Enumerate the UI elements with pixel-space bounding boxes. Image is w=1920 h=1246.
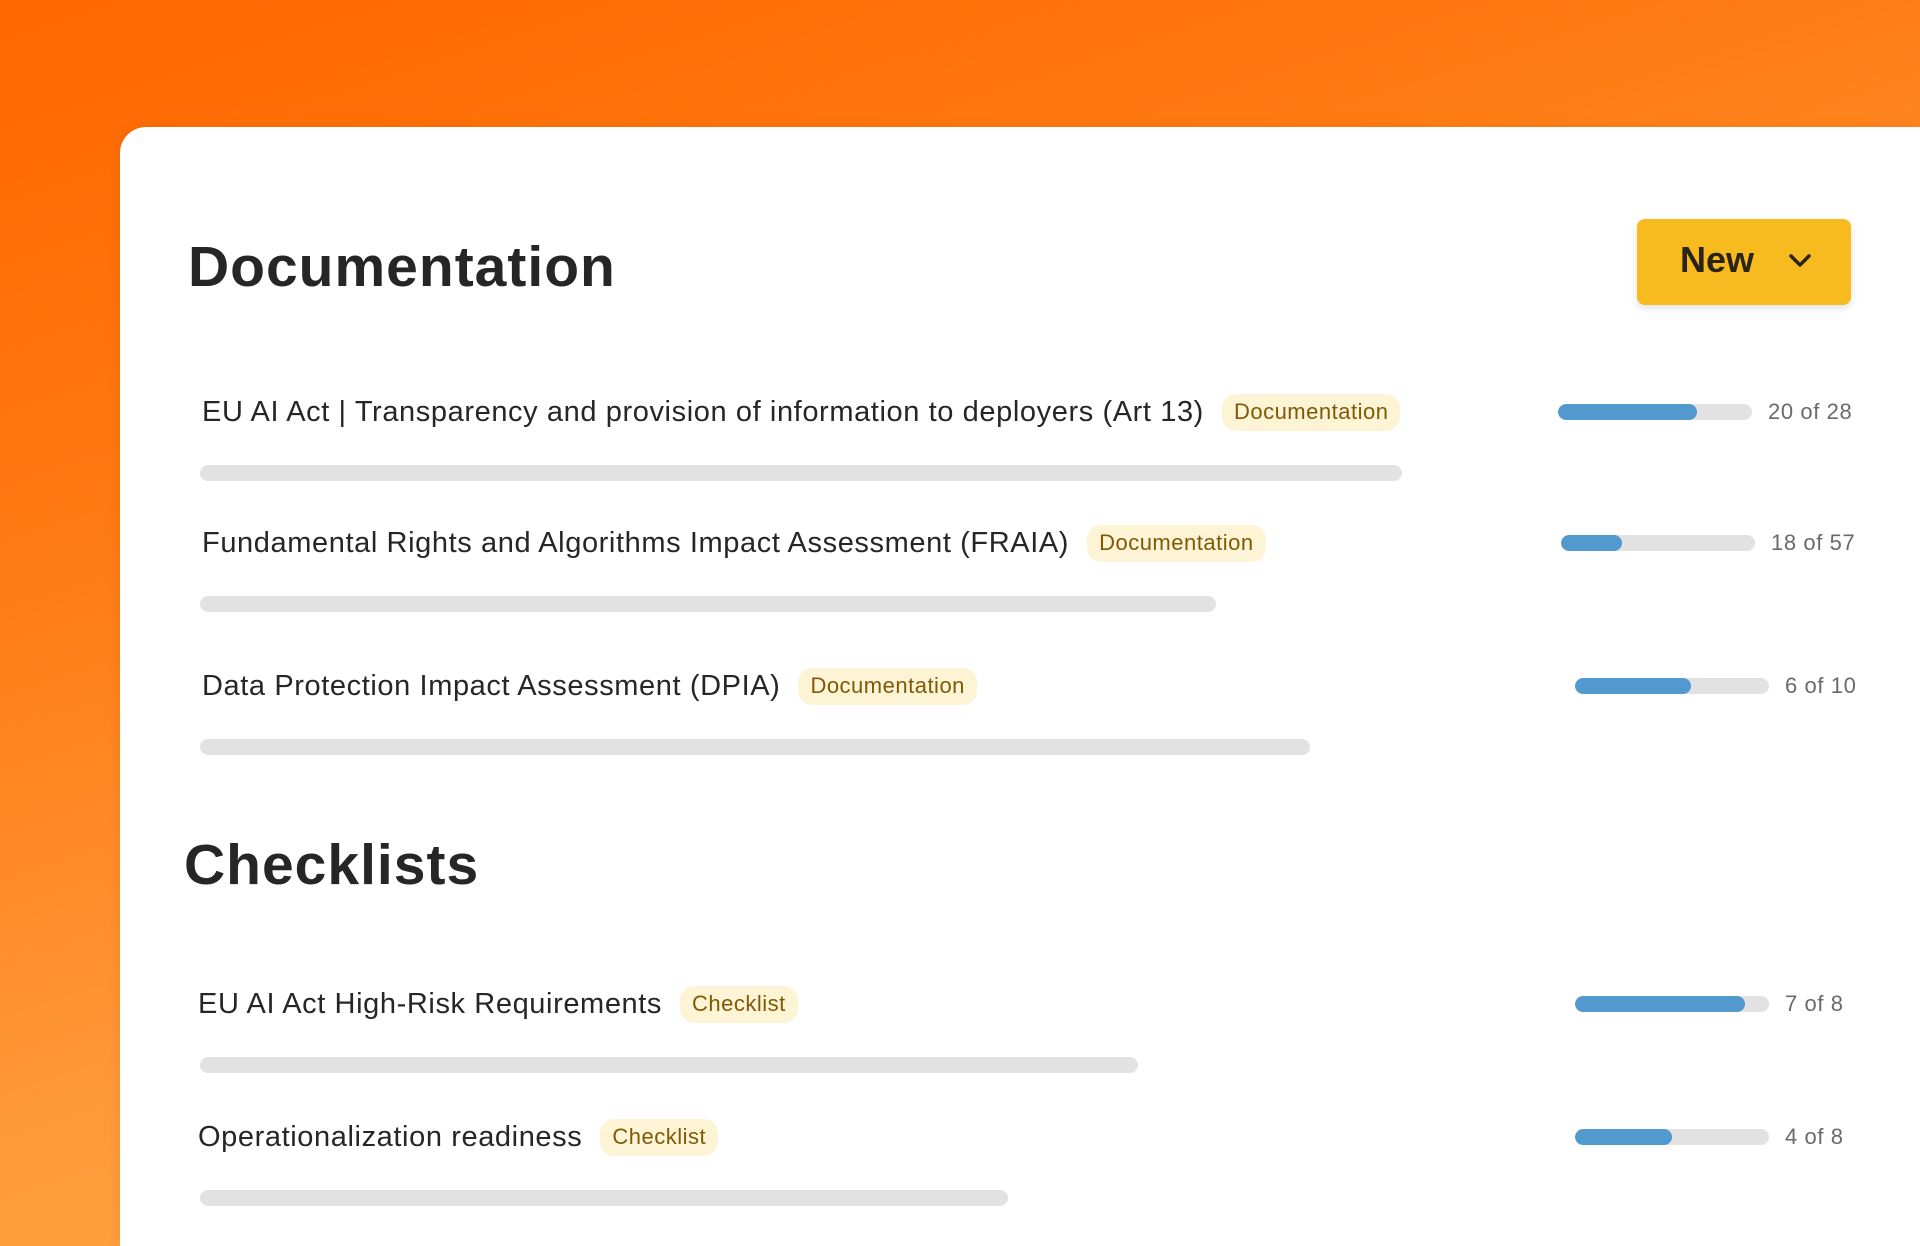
type-badge: Checklist xyxy=(680,985,798,1023)
list-item-header: Operationalization readiness Checklist xyxy=(198,1117,719,1157)
loading-placeholder-bar xyxy=(200,1190,1008,1206)
progress-count: 18 of 57 xyxy=(1771,530,1856,555)
type-badge: Documentation xyxy=(1221,393,1401,431)
list-item-title[interactable]: Data Protection Impact Assessment (DPIA) xyxy=(202,670,780,703)
progress: 20 of 28 xyxy=(1558,392,1852,432)
progress: 18 of 57 xyxy=(1561,523,1855,563)
main-card: Documentation New EU AI Act | Transparen… xyxy=(120,127,1920,1246)
list-item-header: EU AI Act | Transparency and provision o… xyxy=(202,392,1401,432)
progress-bar-track xyxy=(1575,678,1769,694)
new-button-label: New xyxy=(1679,239,1755,280)
list-item-title[interactable]: EU AI Act High-Risk Requirements xyxy=(198,988,662,1021)
loading-placeholder-bar xyxy=(200,465,1402,481)
list-item-header: Data Protection Impact Assessment (DPIA)… xyxy=(202,666,977,706)
progress-bar-track xyxy=(1575,1129,1769,1145)
list-item[interactable]: EU AI Act | Transparency and provision o… xyxy=(120,392,1920,502)
progress-bar-fill xyxy=(1575,1129,1672,1145)
list-item-header: Fundamental Rights and Algorithms Impact… xyxy=(202,523,1266,563)
list-item-header: EU AI Act High-Risk Requirements Checkli… xyxy=(198,984,798,1024)
progress-count: 4 of 8 xyxy=(1785,1124,1844,1149)
type-badge: Documentation xyxy=(798,667,977,705)
list-item[interactable]: Data Protection Impact Assessment (DPIA)… xyxy=(120,666,1920,776)
progress-bar-track xyxy=(1558,404,1752,420)
list-item[interactable]: EU AI Act High-Risk Requirements Checkli… xyxy=(120,984,1920,1094)
list-item[interactable]: Operationalization readiness Checklist 4… xyxy=(120,1117,1920,1227)
documentation-section-title: Documentation xyxy=(188,235,616,299)
loading-placeholder-bar xyxy=(200,739,1310,755)
progress: 6 of 10 xyxy=(1575,666,1856,706)
list-item-title[interactable]: Fundamental Rights and Algorithms Impact… xyxy=(202,527,1069,560)
progress: 7 of 8 xyxy=(1575,984,1844,1024)
list-item-title[interactable]: EU AI Act | Transparency and provision o… xyxy=(202,396,1204,429)
progress-count: 6 of 10 xyxy=(1785,673,1857,698)
loading-placeholder-bar xyxy=(200,1057,1138,1073)
loading-placeholder-bar xyxy=(200,596,1216,612)
progress-bar-track xyxy=(1575,996,1769,1012)
list-item-title[interactable]: Operationalization readiness xyxy=(198,1121,582,1154)
progress-bar-fill xyxy=(1575,678,1692,694)
progress-count: 20 of 28 xyxy=(1768,399,1853,424)
type-badge: Checklist xyxy=(600,1118,719,1156)
chevron-down-icon xyxy=(1789,254,1811,267)
checklists-section-title: Checklists xyxy=(184,833,480,897)
progress-bar-fill xyxy=(1558,404,1697,420)
progress-count: 7 of 8 xyxy=(1785,991,1844,1016)
type-badge: Documentation xyxy=(1087,524,1266,562)
new-button[interactable]: New xyxy=(1637,219,1851,305)
progress-bar-track xyxy=(1561,535,1755,551)
progress: 4 of 8 xyxy=(1575,1117,1844,1157)
progress-bar-fill xyxy=(1561,535,1623,551)
progress-bar-fill xyxy=(1575,996,1745,1012)
list-item[interactable]: Fundamental Rights and Algorithms Impact… xyxy=(120,523,1920,633)
